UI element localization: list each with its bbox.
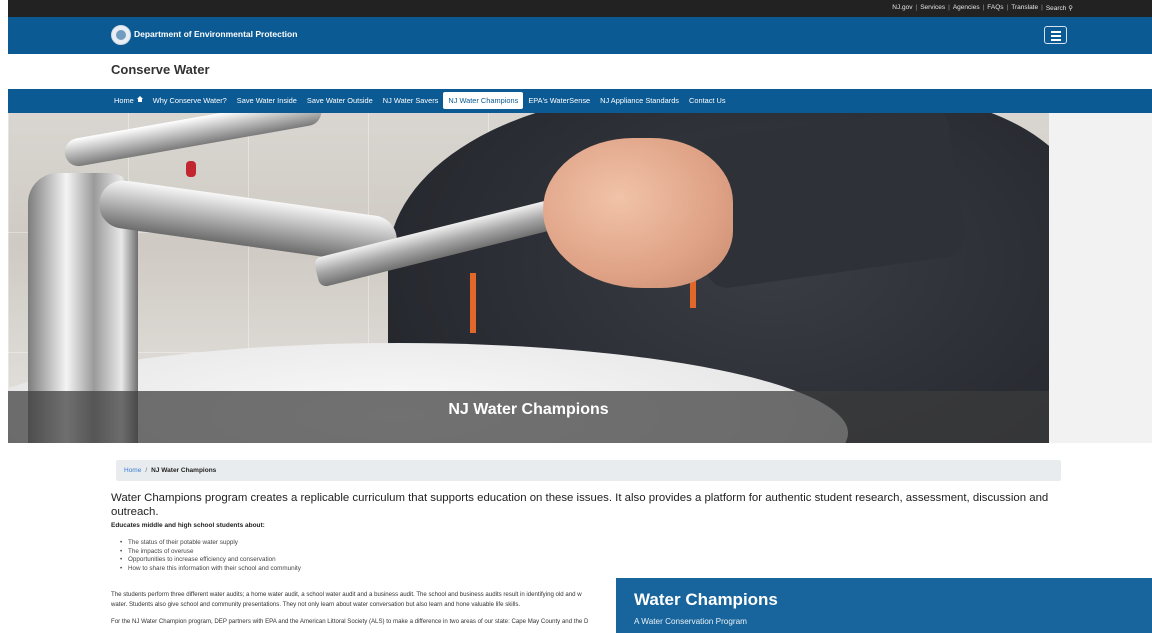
- nav-item-watersense[interactable]: EPA's WaterSense: [523, 92, 595, 109]
- utility-link-agencies[interactable]: Agencies: [950, 4, 983, 12]
- nav-item-why-conserve[interactable]: Why Conserve Water?: [148, 92, 232, 109]
- utility-bar: NJ.gov | Services | Agencies | FAQs | Transl…: [8, 0, 1152, 17]
- utility-link-services[interactable]: Services: [917, 4, 948, 12]
- page: NJ.gov | Services | Agencies | FAQs | Transl…: [8, 0, 1152, 633]
- promo-title: Water Champions: [634, 590, 778, 609]
- partners-paragraph: For the NJ Water Champion program, DEP p…: [111, 618, 589, 625]
- dep-logo-icon[interactable]: [111, 25, 131, 45]
- department-header: Department of Environmental Protection: [8, 17, 1152, 54]
- breadcrumb-home[interactable]: Home: [124, 467, 141, 474]
- audits-paragraph-line1: The students perform three different wat…: [111, 591, 582, 598]
- breadcrumb-separator: /: [145, 467, 148, 474]
- lead-paragraph: Water Champions program creates a replic…: [111, 492, 1049, 518]
- list-item: The impacts of overuse: [120, 548, 301, 557]
- nav-item-save-inside[interactable]: Save Water Inside: [232, 92, 302, 109]
- list-item: How to share this information with their…: [120, 565, 301, 574]
- promo-subtitle: A Water Conservation Program: [634, 617, 748, 626]
- breadcrumb-current: NJ Water Champions: [151, 467, 217, 474]
- utility-links: NJ.gov | Services | Agencies | FAQs | Transl…: [889, 4, 1076, 12]
- utility-link-faqs[interactable]: FAQs: [984, 4, 1006, 12]
- nav-item-contact-us[interactable]: Contact Us: [684, 92, 731, 109]
- utility-link-njgov[interactable]: NJ.gov: [889, 4, 915, 12]
- utility-link-translate[interactable]: Translate: [1008, 4, 1041, 12]
- list-item: Opportunities to increase efficiency and…: [120, 556, 301, 565]
- audits-paragraph-line2: water. Students also give school and com…: [111, 601, 521, 608]
- hero-image: NJ Water Champions: [8, 113, 1049, 443]
- home-icon: [136, 96, 143, 103]
- menu-icon[interactable]: [1044, 26, 1067, 44]
- nav-item-water-savers[interactable]: NJ Water Savers: [378, 92, 444, 109]
- section-subhead: Educates middle and high school students…: [111, 522, 265, 529]
- utility-link-search[interactable]: Search ⚲: [1043, 4, 1076, 12]
- nav-item-home[interactable]: Home: [109, 92, 148, 109]
- water-champions-promo[interactable]: Water Champions A Water Conservation Pro…: [616, 578, 1152, 633]
- hero-side-panel: [1049, 113, 1152, 443]
- breadcrumb: Home / NJ Water Champions: [116, 460, 1061, 481]
- department-title[interactable]: Department of Environmental Protection: [134, 29, 297, 39]
- hero-caption: NJ Water Champions: [448, 401, 609, 418]
- topics-list: The status of their potable water supply…: [120, 539, 301, 573]
- main-nav: Home Why Conserve Water? Save Water Insi…: [8, 89, 1152, 113]
- list-item: The status of their potable water supply: [120, 539, 301, 548]
- search-icon: ⚲: [1068, 5, 1073, 12]
- nav-item-water-champions[interactable]: NJ Water Champions: [443, 92, 524, 109]
- nav-item-save-outside[interactable]: Save Water Outside: [302, 92, 378, 109]
- nav-item-appliance-standards[interactable]: NJ Appliance Standards: [595, 92, 684, 109]
- site-title[interactable]: Conserve Water: [111, 62, 210, 77]
